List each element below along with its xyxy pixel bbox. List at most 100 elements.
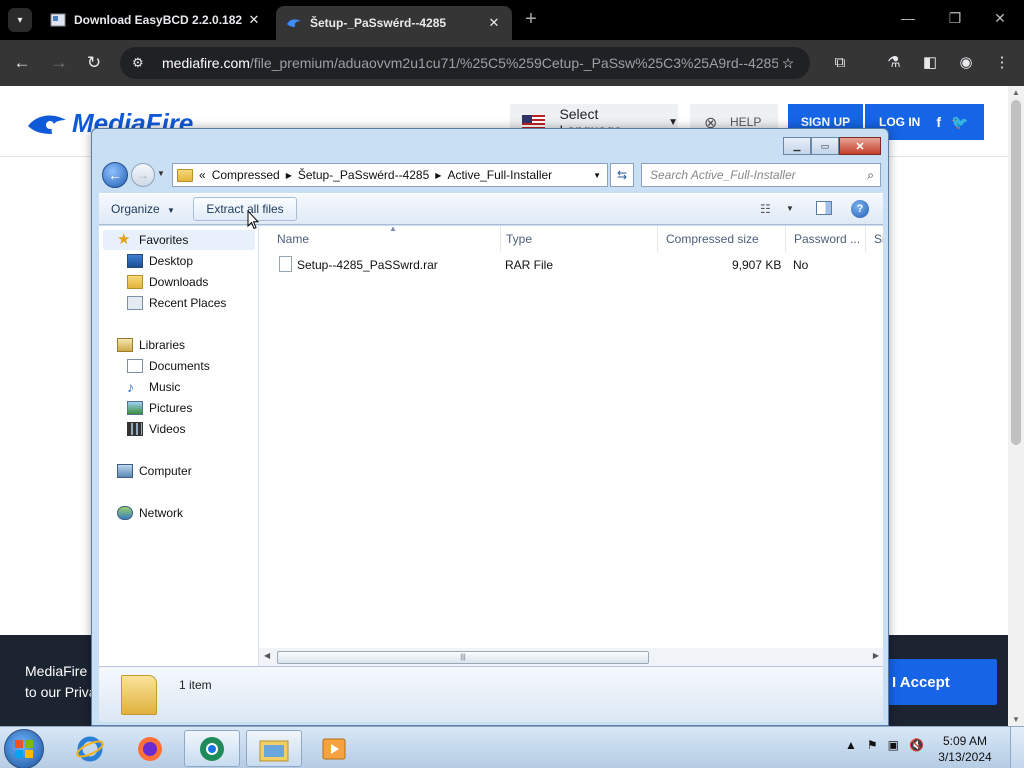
breadcrumb-arrow-icon[interactable]: ▶ [286,171,292,180]
new-tab-button[interactable]: + [520,8,542,32]
explorer-window: ▁ ▭ ✕ ← → ▼ « Compressed ▶ Šetup-_PaSswé… [91,128,889,726]
minimize-icon[interactable]: — [898,10,918,26]
file-name: Setup--4285_PaSSwrd.rar [297,258,438,272]
column-header-type[interactable]: Type [498,226,658,252]
nav-desktop[interactable]: Desktop [127,251,193,271]
volume-muted-icon[interactable]: 🔇 [909,738,924,752]
nav-libraries[interactable]: Libraries [117,335,185,355]
organize-button[interactable]: Organize ▼ [111,202,175,216]
nav-network[interactable]: Network [117,503,183,523]
site-info-icon[interactable]: ⚙ [132,55,152,71]
breadcrumb-arrow-icon[interactable]: ▶ [435,171,441,180]
nav-recent-places[interactable]: Recent Places [127,293,226,313]
back-arrow-icon[interactable]: ← [102,162,128,188]
table-row[interactable]: Setup--4285_PaSSwrd.rar RAR File 9,907 K… [261,254,881,276]
scroll-down-icon[interactable]: ▼ [1008,715,1024,724]
column-header-size[interactable]: Si [866,226,883,252]
bookmark-star-icon[interactable]: ☆ [778,55,798,72]
nav-favorites[interactable]: ★ Favorites [103,230,255,250]
nav-label: Computer [139,464,192,478]
scroll-right-icon[interactable]: ▶ [873,651,879,660]
search-icon[interactable]: ⌕ [867,168,874,183]
show-hidden-icons-icon[interactable]: ▲ [845,738,857,752]
privacy-link[interactable]: to our Priva [25,682,99,703]
tab-close-icon[interactable]: ✕ [486,15,502,31]
column-header-name[interactable]: ▲ Name [269,226,501,252]
organize-label: Organize [111,202,160,216]
close-icon[interactable]: ✕ [839,137,881,155]
help-icon[interactable]: ? [851,200,869,218]
nav-videos[interactable]: Videos [127,419,185,439]
close-window-icon[interactable]: ✕ [990,10,1010,27]
back-icon[interactable]: ← [10,51,34,75]
nav-label: Videos [149,422,186,436]
extensions-icon[interactable]: ⧉ [828,51,852,75]
horizontal-scrollbar[interactable]: ◀ ||| ▶ [259,648,883,666]
profile-avatar-icon[interactable]: ◉ [954,51,978,75]
breadcrumb-overflow[interactable]: « [199,168,206,182]
nav-label: Desktop [149,254,194,268]
taskbar-firefox[interactable] [122,730,178,767]
recent-pages-dropdown-icon[interactable]: ▼ [157,169,165,178]
scrollbar-thumb[interactable] [1011,100,1021,445]
clock[interactable]: 5:09 AM 3/13/2024 [930,733,1000,765]
nav-downloads[interactable]: Downloads [127,272,208,292]
minimize-icon[interactable]: ▁ [783,137,811,155]
maximize-icon[interactable]: ▭ [811,137,839,155]
column-header-password[interactable]: Password ... [786,226,866,252]
twitter-icon[interactable]: 🐦 [951,114,968,131]
extract-all-button[interactable]: Extract all files [193,197,297,221]
recent-places-icon [127,296,143,310]
accept-cookies-button[interactable]: I Accept [870,659,997,705]
tab-mediafire[interactable]: Šetup-_PaSswérd--4285 ✕ [276,6,512,40]
side-panel-icon[interactable]: ◧ [918,51,942,75]
pictures-icon [127,401,143,415]
mediafire-flame-icon [28,114,66,134]
breadcrumb[interactable]: « Compressed ▶ Šetup-_PaSswérd--4285 ▶ A… [172,163,608,187]
taskbar-explorer[interactable] [246,730,302,767]
labs-flask-icon[interactable]: ⚗ [882,51,906,75]
view-dropdown-icon[interactable]: ▼ [786,204,794,213]
breadcrumb-archive[interactable]: Šetup-_PaSswérd--4285 [298,168,429,182]
tab-easybcd[interactable]: Download EasyBCD 2.2.0.182 F ✕ [40,6,272,34]
page-scrollbar[interactable]: ▲ ▼ [1008,86,1024,726]
network-tray-icon[interactable]: ▣ [888,738,899,752]
scroll-left-icon[interactable]: ◀ [264,651,270,660]
window-controls: ▁ ▭ ✕ [783,137,881,155]
nav-documents[interactable]: Documents [127,356,210,376]
nav-computer[interactable]: Computer [117,461,192,481]
forward-arrow-icon[interactable]: → [131,163,155,187]
taskbar-media-player[interactable] [306,730,362,767]
url-path: /file_premium/aduaovvm2u1cu71/%25C5%259C… [249,55,778,71]
tab-search-dropdown-icon[interactable]: ▾ [8,8,32,32]
taskbar-chrome[interactable] [184,730,240,767]
search-input[interactable]: Search Active_Full-Installer ⌕ [641,163,881,187]
help-label: HELP [730,115,762,129]
reload-icon[interactable]: ↻ [82,51,106,75]
address-bar[interactable]: ⚙ mediafire.com /file_premium/aduaovvm2u… [120,47,810,79]
scrollbar-thumb[interactable]: ||| [277,651,649,664]
start-button[interactable] [4,729,44,768]
nav-label: Pictures [149,401,193,415]
action-center-flag-icon[interactable]: ⚑ [867,738,878,752]
address-dropdown-icon[interactable]: ▼ [593,171,601,180]
forward-icon[interactable]: → [47,51,71,75]
facebook-icon[interactable]: f [936,114,941,130]
breadcrumb-current[interactable]: Active_Full-Installer [447,168,552,182]
view-options-icon[interactable]: ☷ [760,202,771,216]
nav-pictures[interactable]: Pictures [127,398,192,418]
file-compressed-size: 9,907 KB [732,258,782,272]
tab-close-icon[interactable]: ✕ [246,12,262,28]
taskbar-ie[interactable] [62,730,118,767]
chrome-menu-icon[interactable]: ⋮ [990,51,1014,75]
column-header-compressed-size[interactable]: Compressed size [658,226,786,252]
nav-music[interactable]: ♪ Music [127,377,180,397]
documents-icon [127,359,143,373]
breadcrumb-compressed[interactable]: Compressed [212,168,280,182]
restore-icon[interactable]: ❐ [945,10,965,27]
show-desktop-button[interactable] [1010,727,1024,768]
scroll-up-icon[interactable]: ▲ [1008,88,1024,97]
preview-pane-icon[interactable] [816,201,832,215]
refresh-icon[interactable]: ⇆ [610,163,634,187]
url-host: mediafire.com [162,55,250,71]
